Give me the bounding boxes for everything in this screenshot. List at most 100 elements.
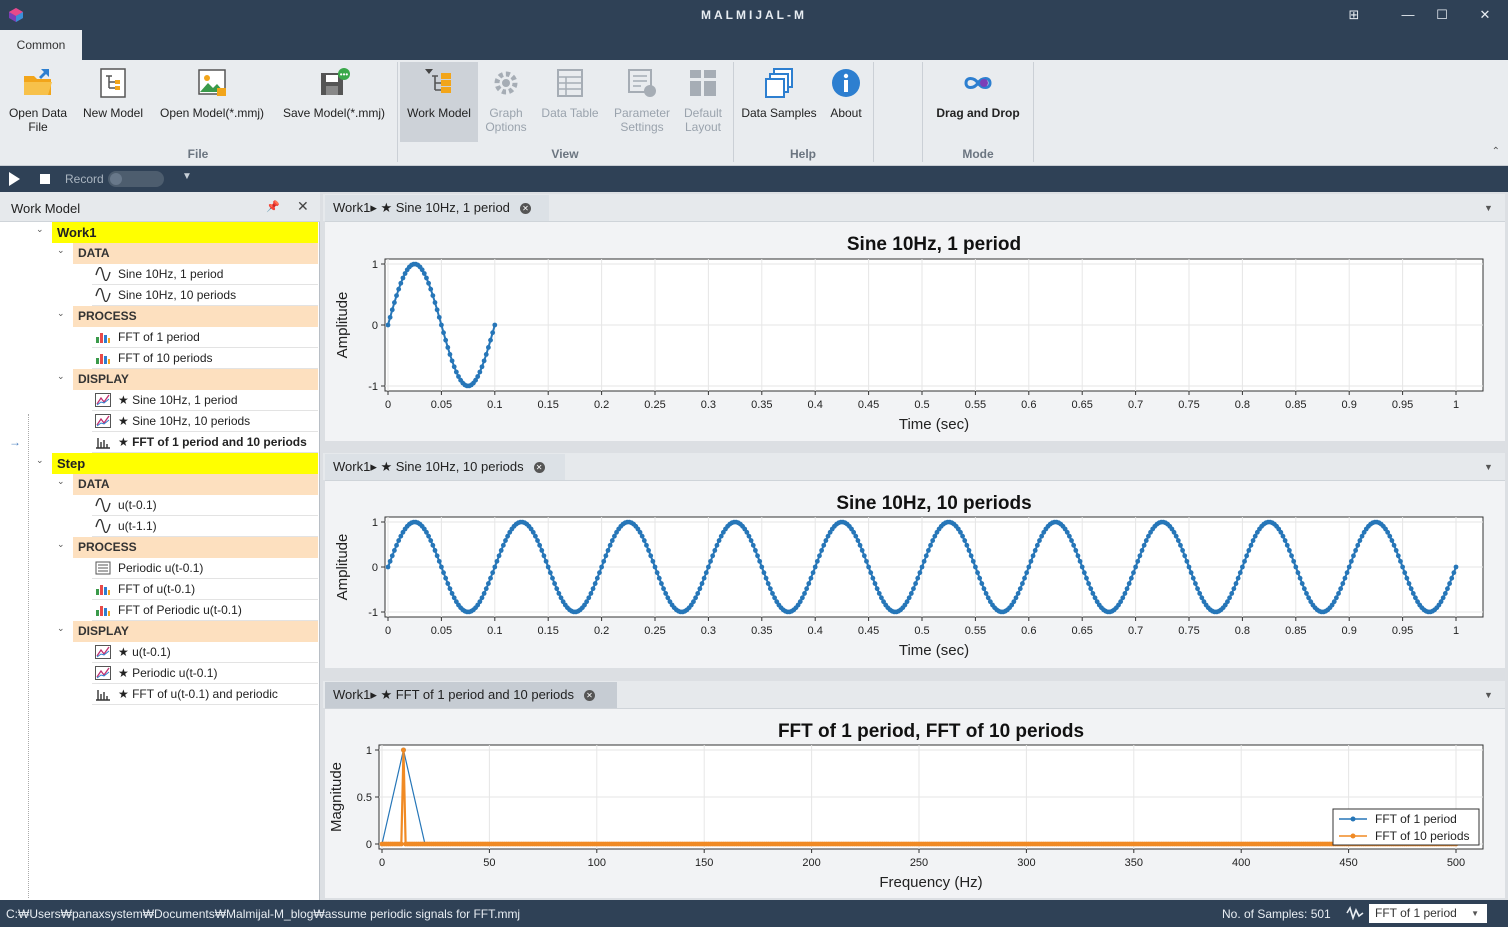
tree-item[interactable]: ★ Periodic u(t-0.1): [92, 663, 318, 684]
tree-item[interactable]: FFT of 10 periods: [92, 348, 318, 369]
pin-icon[interactable]: 📌: [266, 200, 280, 213]
x-tick-label: 0.6: [1021, 625, 1036, 637]
tree-item[interactable]: ★ u(t-0.1): [92, 642, 318, 663]
ribbon-separator: [1033, 62, 1034, 162]
tree-node-category[interactable]: PROCESS: [73, 306, 318, 327]
data-samples-icon: [765, 68, 793, 98]
default-layout-button[interactable]: Default Layout: [678, 64, 728, 142]
drag-and-drop-button[interactable]: Drag and Drop: [928, 64, 1028, 142]
tree-item[interactable]: ★ Sine 10Hz, 1 period: [92, 390, 318, 411]
stop-icon[interactable]: [40, 174, 50, 184]
tab-common[interactable]: Common: [0, 30, 82, 60]
tab-fft-1-and-10-periods[interactable]: Work1▸ ★ FFT of 1 period and 10 periods ✕: [325, 682, 617, 708]
tree-node-model[interactable]: Step: [52, 453, 318, 474]
tree-item-label: FFT of u(t-0.1): [118, 582, 196, 596]
restore-layout-button[interactable]: ⊞: [1344, 6, 1364, 24]
new-model-button[interactable]: New Model: [78, 64, 148, 142]
tree-item-label: ★ Sine 10Hz, 1 period: [118, 393, 238, 407]
close-panel-icon[interactable]: ✕: [297, 198, 309, 215]
x-tick-label: 0.45: [858, 625, 879, 637]
tree-node-model[interactable]: Work1: [52, 222, 318, 243]
data-table-label: Data Table: [541, 106, 599, 120]
waveform-icon: [1346, 906, 1364, 920]
open-model-button[interactable]: Open Model(*.mmj): [154, 64, 270, 142]
y-axis-label: Magnitude: [328, 762, 345, 832]
expander-icon[interactable]: ⌄: [57, 476, 65, 487]
tree-item[interactable]: FFT of Periodic u(t-0.1): [92, 600, 318, 621]
x-tick-label: 0.55: [965, 399, 986, 411]
tree-item[interactable]: Periodic u(t-0.1): [92, 558, 318, 579]
close-tab-icon[interactable]: ✕: [519, 203, 531, 215]
tab-sine-1-period[interactable]: Work1▸ ★ Sine 10Hz, 1 period ✕: [325, 195, 549, 221]
work-model-button[interactable]: Work Model: [400, 62, 478, 142]
series-selector[interactable]: FFT of 1 period ▼: [1369, 904, 1487, 923]
record-toggle[interactable]: [108, 171, 164, 187]
tree-item[interactable]: ★ Sine 10Hz, 10 periods: [92, 411, 318, 432]
x-tick-label: 0.75: [1178, 625, 1199, 637]
tree-item[interactable]: ★ FFT of u(t-0.1) and periodic: [92, 684, 318, 705]
minimize-button[interactable]: —: [1398, 6, 1418, 24]
line-display-icon: [95, 414, 111, 428]
expander-icon[interactable]: ⌄: [57, 623, 65, 634]
save-model-label: Save Model(*.mmj): [282, 106, 386, 120]
y-tick-label: 1: [372, 517, 378, 529]
sine-wave-icon: [95, 288, 111, 302]
about-button[interactable]: About: [824, 64, 868, 142]
record-toggle-knob: [110, 173, 122, 185]
sine-wave-icon: [95, 267, 111, 281]
tree-item[interactable]: FFT of 1 period: [92, 327, 318, 348]
drag-and-drop-label: Drag and Drop: [936, 106, 1020, 120]
open-data-file-button[interactable]: Open Data File: [4, 64, 72, 142]
tree-node-label: PROCESS: [78, 540, 137, 554]
tree-item[interactable]: FFT of u(t-0.1): [92, 579, 318, 600]
x-axis-label: Time (sec): [899, 642, 969, 659]
parameter-settings-button[interactable]: Parameter Settings: [610, 64, 674, 142]
data-point: [398, 841, 404, 847]
tree-item-label: Sine 10Hz, 10 periods: [118, 288, 237, 302]
tree-item[interactable]: u(t-0.1): [92, 495, 318, 516]
tree-node-label: Work1: [57, 225, 97, 240]
pane-menu-icon[interactable]: ▼: [1484, 690, 1493, 700]
chart-fft[interactable]: FFT of 1 period, FFT of 10 periods0 50 100…: [325, 709, 1505, 899]
tab-sine-10-periods[interactable]: Work1▸ ★ Sine 10Hz, 10 periods ✕: [325, 454, 565, 480]
expander-icon[interactable]: ⌄: [57, 245, 65, 256]
graph-options-button[interactable]: Graph Options: [480, 64, 532, 142]
y-tick-label: 1: [372, 259, 378, 271]
tree-item[interactable]: ★ FFT of 1 period and 10 periods: [92, 432, 318, 453]
close-window-button[interactable]: ✕: [1475, 6, 1495, 24]
data-samples-button[interactable]: Data Samples: [738, 64, 820, 142]
tree-node-category[interactable]: DISPLAY: [73, 369, 318, 390]
x-tick-label: 0.35: [751, 399, 772, 411]
tree-node-category[interactable]: DISPLAY: [73, 621, 318, 642]
chart-sine-1-period[interactable]: Sine 10Hz, 1 period 0 0.05 0.1 0.15 0.2 0.25 0.…: [325, 222, 1505, 442]
pane-menu-icon[interactable]: ▼: [1484, 203, 1493, 213]
x-tick-label: 0.65: [1071, 625, 1092, 637]
x-tick-label: 0.05: [431, 625, 452, 637]
tree-node-category[interactable]: DATA: [73, 474, 318, 495]
record-dropdown-icon[interactable]: ▼: [182, 171, 192, 182]
x-tick-label: 0: [385, 399, 391, 411]
close-tab-icon[interactable]: ✕: [533, 462, 545, 474]
collapse-ribbon-button[interactable]: ⌃: [1492, 146, 1500, 157]
expander-icon[interactable]: ⌄: [36, 455, 44, 466]
x-tick-label: 0.55: [965, 625, 986, 637]
maximize-button[interactable]: ☐: [1432, 6, 1452, 24]
chart-sine-10-periods[interactable]: Sine 10Hz, 10 periods 0 0.05 0.1 0.15 0.2 0.25…: [325, 481, 1505, 669]
x-tick-label: 0.8: [1235, 625, 1250, 637]
expander-icon[interactable]: ⌄: [57, 539, 65, 550]
pane-menu-icon[interactable]: ▼: [1484, 462, 1493, 472]
tree-item[interactable]: Sine 10Hz, 1 period: [92, 264, 318, 285]
tree-node-category[interactable]: DATA: [73, 243, 318, 264]
tree-item-label: FFT of 1 period: [118, 330, 200, 344]
tree-item[interactable]: Sine 10Hz, 10 periods: [92, 285, 318, 306]
graph-options-label: Graph Options: [485, 106, 527, 134]
tree-item[interactable]: u(t-1.1): [92, 516, 318, 537]
save-model-button[interactable]: ••• Save Model(*.mmj): [276, 64, 392, 142]
data-table-button[interactable]: Data Table: [538, 64, 602, 142]
expander-icon[interactable]: ⌄: [57, 371, 65, 382]
tree-node-category[interactable]: PROCESS: [73, 537, 318, 558]
close-tab-icon[interactable]: ✕: [583, 690, 595, 702]
expander-icon[interactable]: ⌄: [57, 308, 65, 319]
play-icon[interactable]: [9, 172, 20, 186]
expander-icon[interactable]: ⌄: [36, 224, 44, 235]
